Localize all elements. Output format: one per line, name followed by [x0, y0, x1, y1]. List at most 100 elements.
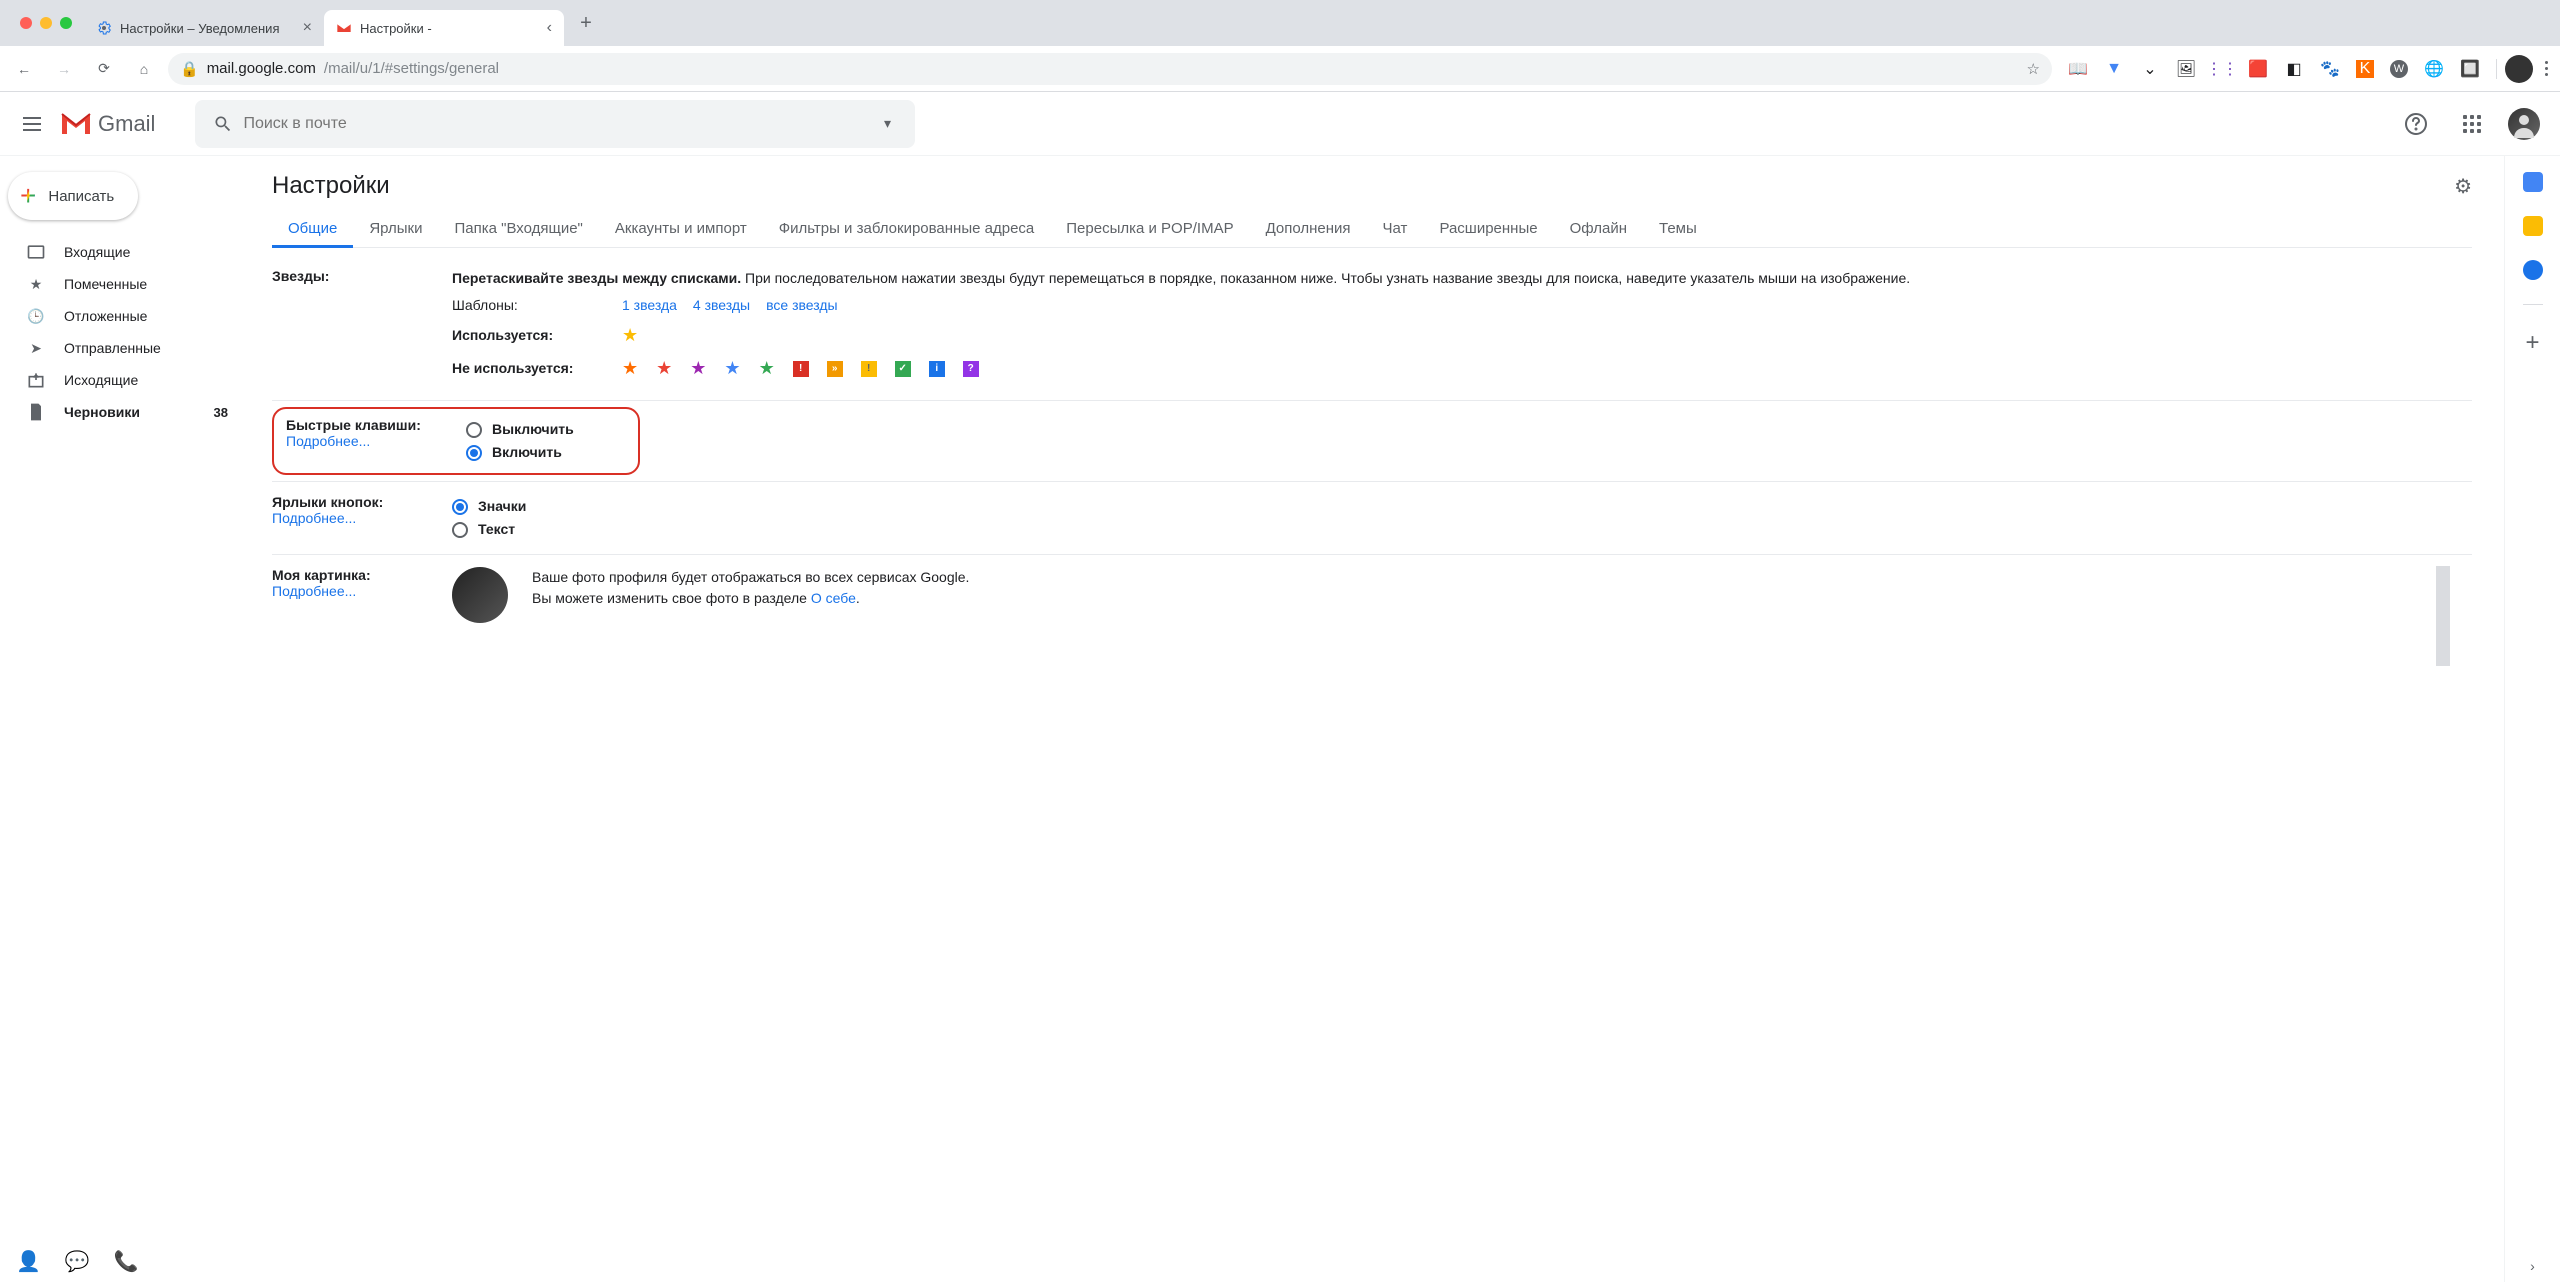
- extension-icon[interactable]: 🟥: [2248, 59, 2268, 79]
- settings-header: Настройки ⚙: [272, 172, 2472, 200]
- main-menu-button[interactable]: [8, 100, 56, 148]
- scrollbar-thumb[interactable]: [2436, 566, 2450, 666]
- preset-all-stars[interactable]: все звезды: [766, 295, 837, 316]
- account-avatar[interactable]: [2508, 108, 2540, 140]
- button-labels-more-link[interactable]: Подробнее...: [272, 510, 452, 526]
- new-tab-button[interactable]: +: [572, 9, 600, 37]
- marker-blue-info-icon[interactable]: i: [929, 361, 945, 377]
- address-bar[interactable]: 🔒 mail.google.com/mail/u/1/#settings/gen…: [168, 53, 2052, 85]
- gmail-logo[interactable]: Gmail: [56, 111, 155, 137]
- tab-accounts[interactable]: Аккаунты и импорт: [599, 212, 763, 247]
- browser-chrome: Настройки – Уведомления × Настройки - ‹ …: [0, 0, 2560, 92]
- star-orange-icon[interactable]: ★: [622, 355, 638, 382]
- browser-tab-0[interactable]: Настройки – Уведомления ×: [84, 10, 324, 46]
- marker-yellow-exclamation-icon[interactable]: !: [861, 361, 877, 377]
- marker-red-exclamation-icon[interactable]: !: [793, 361, 809, 377]
- tab-close-icon[interactable]: ‹: [547, 19, 552, 37]
- bookmark-star-icon[interactable]: ☆: [2027, 60, 2040, 78]
- sidebar-item-starred[interactable]: ★ Помеченные: [0, 268, 256, 300]
- preset-4-stars[interactable]: 4 звезды: [693, 295, 750, 316]
- extension-icon[interactable]: 🐾: [2320, 59, 2340, 79]
- shortcuts-row: Быстрые клавиши: Подробнее... Выключить …: [272, 401, 2472, 482]
- content-scrollbar[interactable]: [2436, 306, 2450, 726]
- search-box[interactable]: ▾: [195, 100, 915, 148]
- tasks-addon-icon[interactable]: [2523, 260, 2543, 280]
- window-close[interactable]: [20, 17, 32, 29]
- extension-icon[interactable]: 🔲: [2460, 59, 2480, 79]
- get-addons-icon[interactable]: +: [2525, 329, 2539, 357]
- about-link[interactable]: О себе: [811, 590, 856, 606]
- shortcuts-off-option[interactable]: Выключить: [466, 419, 626, 440]
- keep-addon-icon[interactable]: [2523, 216, 2543, 236]
- tab-addons[interactable]: Дополнения: [1250, 212, 1367, 247]
- apps-icon[interactable]: [2452, 104, 2492, 144]
- star-green-icon[interactable]: ★: [759, 355, 775, 382]
- preset-1-star[interactable]: 1 звезда: [622, 295, 677, 316]
- extension-icon[interactable]: 🌐: [2424, 59, 2444, 79]
- sidebar-item-outbox[interactable]: Исходящие: [0, 364, 256, 396]
- marker-purple-question-icon[interactable]: ?: [963, 361, 979, 377]
- forward-button[interactable]: →: [48, 53, 80, 85]
- star-blue-icon[interactable]: ★: [724, 355, 740, 382]
- extension-icon[interactable]: W: [2390, 60, 2408, 78]
- extension-icon[interactable]: ◧: [2284, 59, 2304, 79]
- marker-green-check-icon[interactable]: ✓: [895, 361, 911, 377]
- sidebar-item-inbox[interactable]: Входящие: [0, 236, 256, 268]
- calendar-addon-icon[interactable]: [2523, 172, 2543, 192]
- extension-icon[interactable]: 🖼: [2176, 59, 2196, 79]
- extension-icon[interactable]: ⋮⋮: [2212, 59, 2232, 79]
- tab-filters[interactable]: Фильтры и заблокированные адреса: [763, 212, 1051, 247]
- extension-icon[interactable]: ▼: [2104, 59, 2124, 79]
- browser-tab-1[interactable]: Настройки - ‹: [324, 10, 564, 46]
- window-minimize[interactable]: [40, 17, 52, 29]
- reader-icon[interactable]: 📖: [2068, 59, 2088, 79]
- star-purple-icon[interactable]: ★: [690, 355, 706, 382]
- shortcuts-more-link[interactable]: Подробнее...: [286, 433, 466, 449]
- button-labels-icons-option[interactable]: Значки: [452, 496, 2472, 517]
- gear-icon[interactable]: ⚙: [2454, 174, 2472, 199]
- star-red-icon[interactable]: ★: [656, 355, 672, 382]
- lock-icon: 🔒: [180, 60, 199, 78]
- url-host: mail.google.com: [207, 60, 316, 77]
- my-picture-row: Моя картинка: Подробнее... Ваше фото про…: [272, 555, 2472, 635]
- star-yellow-icon[interactable]: ★: [622, 322, 638, 349]
- tab-offline[interactable]: Офлайн: [1554, 212, 1643, 247]
- tab-inbox[interactable]: Папка "Входящие": [438, 212, 598, 247]
- pocket-icon[interactable]: ⌄: [2140, 59, 2160, 79]
- search-options-icon[interactable]: ▾: [867, 115, 907, 132]
- tab-labels[interactable]: Ярлыки: [353, 212, 438, 247]
- not-in-use-label: Не используется:: [452, 358, 592, 379]
- tab-general[interactable]: Общие: [272, 212, 353, 248]
- tab-advanced[interactable]: Расширенные: [1423, 212, 1553, 247]
- compose-button[interactable]: + Написать: [8, 172, 138, 220]
- marker-orange-arrows-icon[interactable]: »: [827, 361, 843, 377]
- tab-themes[interactable]: Темы: [1643, 212, 1713, 247]
- extension-icon[interactable]: K: [2356, 60, 2374, 78]
- nav-label: Черновики: [64, 404, 196, 420]
- home-button[interactable]: ⌂: [128, 53, 160, 85]
- shortcuts-on-label: Включить: [492, 442, 562, 463]
- hangouts-icon[interactable]: 💬: [65, 1249, 90, 1274]
- search-input[interactable]: [243, 115, 867, 133]
- my-picture-line2-pre: Вы можете изменить свое фото в разделе: [532, 590, 811, 606]
- my-picture-more-link[interactable]: Подробнее...: [272, 583, 452, 599]
- button-labels-text-option[interactable]: Текст: [452, 519, 2472, 540]
- search-icon[interactable]: [203, 114, 243, 134]
- window-maximize[interactable]: [60, 17, 72, 29]
- browser-profile-avatar[interactable]: [2505, 55, 2533, 83]
- sidebar-item-snoozed[interactable]: 🕒 Отложенные: [0, 300, 256, 332]
- tab-forwarding[interactable]: Пересылка и POP/IMAP: [1050, 212, 1249, 247]
- reload-button[interactable]: ⟳: [88, 53, 120, 85]
- sidebar-item-sent[interactable]: ➤ Отправленные: [0, 332, 256, 364]
- phone-icon[interactable]: 📞: [114, 1249, 139, 1274]
- tab-close-icon[interactable]: ×: [303, 19, 312, 37]
- shortcuts-on-option[interactable]: Включить: [466, 442, 626, 463]
- back-button[interactable]: ←: [8, 53, 40, 85]
- sidebar-item-drafts[interactable]: Черновики 38: [0, 396, 256, 428]
- tab-chat[interactable]: Чат: [1367, 212, 1424, 247]
- side-panel-chevron-icon[interactable]: ›: [2522, 1250, 2543, 1282]
- compose-label: Написать: [48, 188, 114, 205]
- help-icon[interactable]: [2396, 104, 2436, 144]
- person-icon[interactable]: 👤: [16, 1249, 41, 1274]
- browser-menu-icon[interactable]: [2541, 57, 2552, 80]
